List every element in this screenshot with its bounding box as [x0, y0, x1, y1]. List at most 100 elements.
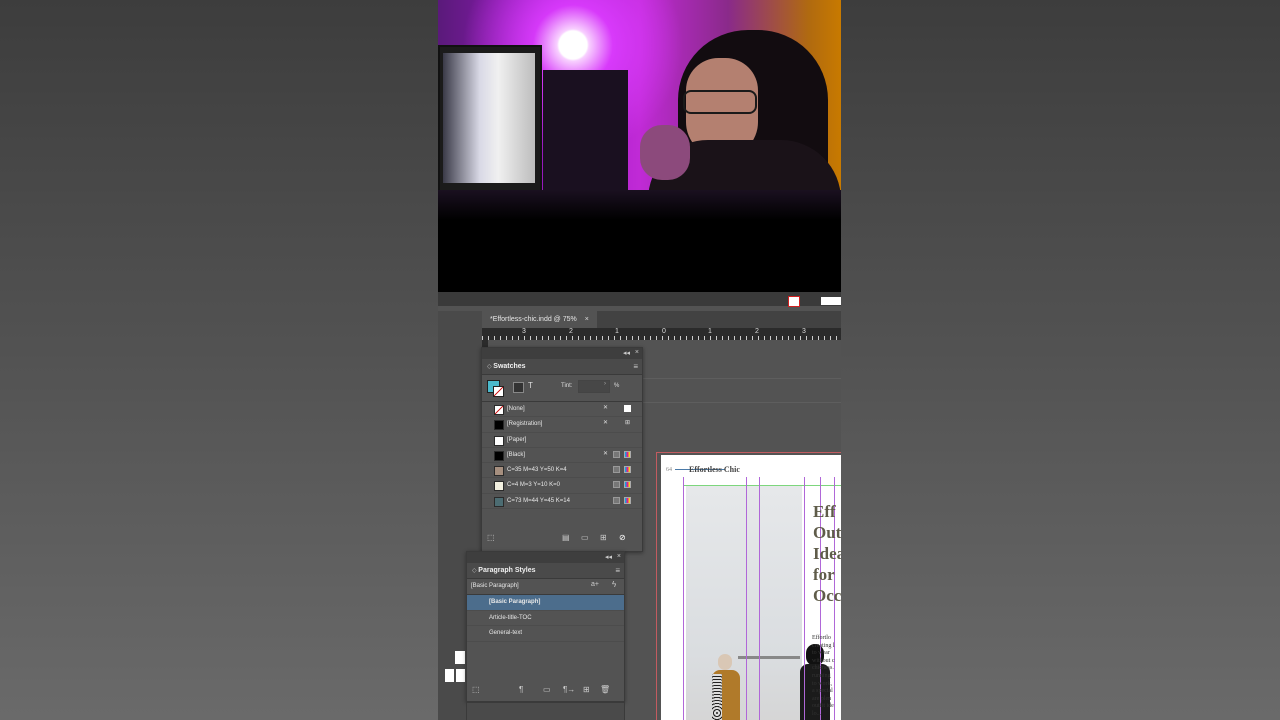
ruler-label: 3 — [802, 328, 806, 335]
style-item[interactable]: Article-title-TOC — [467, 611, 624, 626]
swatch-item[interactable]: [Black] ✕ — [482, 448, 642, 464]
new-style-icon[interactable]: ⊞ — [583, 685, 590, 694]
show-swatch-kinds-icon[interactable]: ⬚ — [487, 533, 495, 542]
new-swatch-icon[interactable]: ⊞ — [600, 533, 607, 542]
page-number: 64 — [666, 467, 672, 473]
collapse-panel-icon[interactable]: ◂◂ — [623, 349, 630, 357]
swatch-name: [Paper] — [507, 436, 527, 443]
collapse-panel-icon[interactable]: ◂◂ — [605, 553, 612, 561]
quick-apply-icon[interactable]: ϟ — [612, 580, 616, 589]
swatches-panel-title[interactable]: Swatches — [487, 359, 525, 375]
model-left — [712, 654, 740, 720]
webcam-overlay — [438, 0, 841, 298]
cmyk-icon — [624, 466, 631, 474]
cmyk-icon — [624, 481, 631, 489]
tint-label: Tint: — [561, 383, 573, 389]
paragraph-styles-panel-title[interactable]: Paragraph Styles — [472, 563, 535, 579]
swatch-item[interactable]: C=73 M=44 Y=45 K=14 — [482, 494, 642, 510]
process-color-icon — [613, 481, 620, 489]
page-thumbnail-icon[interactable] — [455, 651, 465, 664]
column-guide — [683, 477, 684, 720]
article-body-text[interactable]: Effortlo creating l to wear without c ch… — [812, 635, 841, 719]
video-frame: ≡ *Effortless-chic.indd @ 75% × 3 2 1 0 1… — [438, 0, 841, 720]
cmyk-icon — [624, 496, 631, 504]
no-edit-icon: ✕ — [602, 405, 609, 411]
ruler-label: 1 — [615, 328, 619, 335]
process-color-icon — [613, 496, 620, 504]
swatch-name: C=73 M=44 Y=45 K=14 — [507, 497, 570, 504]
create-style-from-selection-icon[interactable]: a+ — [591, 581, 599, 588]
ruler-label: 0 — [662, 328, 666, 335]
character-styles-panel — [466, 702, 625, 720]
swatch-name: C=4 M=3 Y=10 K=0 — [507, 482, 560, 489]
ruler-label: 2 — [755, 328, 759, 335]
ruler-label: 3 — [522, 328, 526, 335]
swatch-item[interactable]: C=4 M=3 Y=10 K=0 — [482, 478, 642, 494]
formatting-container-icon[interactable] — [513, 382, 524, 393]
style-name: General-text — [489, 630, 523, 636]
column-guide — [759, 477, 760, 720]
swatch-chip — [494, 450, 504, 461]
formatting-text-icon[interactable]: T — [528, 381, 533, 390]
clear-overrides-icon[interactable]: ¶ — [519, 685, 523, 694]
current-style-label: [Basic Paragraph] — [471, 583, 519, 589]
document-tab[interactable]: *Effortless-chic.indd @ 75% × — [482, 311, 597, 328]
registration-icon: ⊞ — [624, 420, 631, 427]
page-thumbnail-icon[interactable] — [456, 669, 465, 682]
control-bar — [438, 292, 841, 306]
style-item[interactable]: General-text — [467, 626, 624, 642]
swatch-chip — [494, 435, 504, 446]
none-swatch-chip — [494, 405, 504, 415]
stroke-swatch-icon[interactable] — [788, 296, 800, 307]
swatch-chip — [494, 496, 504, 507]
swatch-chip — [494, 420, 504, 431]
panel-menu-icon[interactable]: ≡ — [633, 359, 638, 374]
right-background — [841, 0, 1280, 720]
new-color-group-icon[interactable]: ▭ — [581, 533, 589, 542]
tint-input[interactable]: › — [578, 380, 610, 393]
swatch-name: [None] — [507, 406, 525, 412]
no-edit-icon: ✕ — [602, 450, 609, 457]
stroke-none-icon[interactable] — [493, 386, 504, 397]
swatch-item[interactable]: [None] ✕ — [482, 402, 642, 418]
swatch-item[interactable]: C=35 M=43 Y=50 K=4 — [482, 463, 642, 479]
margin-guide — [683, 485, 841, 486]
swatch-name: C=35 M=43 Y=50 K=4 — [507, 467, 567, 474]
close-panel-icon[interactable]: × — [617, 553, 621, 560]
column-guide — [746, 477, 747, 720]
new-style-group-icon[interactable]: ▭ — [543, 685, 551, 694]
swatch-views-icon[interactable]: ▤ — [562, 533, 570, 542]
redefine-style-icon[interactable]: ¶→ — [563, 685, 575, 694]
paragraph-styles-panel: ◂◂ × Paragraph Styles ≡ [Basic Paragraph… — [466, 551, 625, 702]
swatch-item[interactable]: [Registration] ✕ ⊞ — [482, 417, 642, 433]
swatch-item[interactable]: [Paper] — [482, 433, 642, 448]
ruler-label: 2 — [569, 328, 573, 335]
webcam-scene — [438, 0, 841, 220]
background-monitor — [438, 45, 542, 194]
article-title[interactable]: Eff Out Idea for Occ — [813, 501, 841, 606]
fashion-photo[interactable] — [686, 486, 830, 720]
document-tab-bar: *Effortless-chic.indd @ 75% × — [482, 311, 841, 328]
none-type-icon — [624, 405, 631, 412]
document-tab-title: *Effortless-chic.indd @ 75% — [490, 316, 577, 323]
style-item[interactable]: [Basic Paragraph] — [467, 595, 624, 611]
style-name: [Basic Paragraph] — [489, 599, 541, 605]
panel-menu-icon[interactable]: ≡ — [615, 563, 620, 578]
left-background — [0, 0, 438, 720]
delete-style-icon[interactable]: 🗑 — [600, 685, 610, 694]
swatch-chip — [494, 481, 504, 492]
background-pc-tower — [543, 70, 628, 200]
ruler-label: 1 — [708, 328, 712, 335]
document-page[interactable]: 64 Effortless Chic Eff Out Idea for Occ … — [661, 455, 841, 720]
close-panel-icon[interactable]: × — [635, 349, 639, 356]
fill-swatch-icon[interactable] — [821, 297, 841, 305]
running-head: Effortless Chic — [689, 465, 740, 474]
process-color-icon — [613, 450, 620, 458]
swatches-panel: ◂◂ × Swatches ≡ T Tint: › % [None] ✕ [Re… — [481, 347, 643, 552]
page-thumbnail-icon[interactable] — [445, 669, 454, 682]
show-style-kinds-icon[interactable]: ⬚ — [472, 685, 480, 694]
delete-swatch-icon[interactable]: ⊘ — [619, 533, 626, 542]
close-tab-icon[interactable]: × — [585, 316, 589, 323]
swatch-name: [Black] — [507, 451, 526, 458]
clothing-rack — [738, 656, 800, 659]
